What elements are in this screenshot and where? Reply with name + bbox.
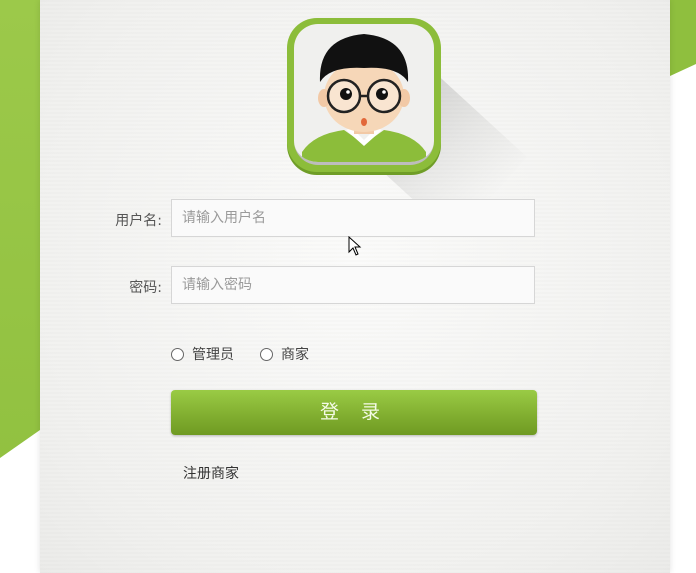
register-merchant-link[interactable]: 注册商家 — [183, 463, 239, 483]
radio-button-icon[interactable] — [260, 347, 273, 361]
password-input[interactable] — [171, 266, 535, 304]
role-admin-option[interactable]: 管理员 — [171, 344, 234, 364]
role-radio-group: 管理员 商家 — [171, 344, 335, 364]
left-green-decoration — [0, 0, 40, 458]
role-admin-label: 管理员 — [192, 347, 234, 363]
mouse-cursor-icon — [348, 236, 362, 256]
avatar-face-icon — [302, 34, 426, 162]
username-input[interactable] — [171, 199, 535, 237]
login-button[interactable]: 登 录 — [171, 390, 537, 435]
password-label: 密码: — [129, 280, 162, 296]
role-merchant-option[interactable]: 商家 — [260, 344, 309, 364]
avatar — [287, 18, 527, 238]
radio-button-icon[interactable] — [171, 347, 184, 361]
username-label: 用户名: — [115, 213, 162, 229]
role-merchant-label: 商家 — [281, 347, 309, 363]
login-panel: 用户名: 密码: 管理员 商家 登 录 注册商家 — [40, 0, 670, 573]
cartoon-avatar-icon — [287, 18, 441, 172]
right-green-decoration — [670, 0, 696, 76]
